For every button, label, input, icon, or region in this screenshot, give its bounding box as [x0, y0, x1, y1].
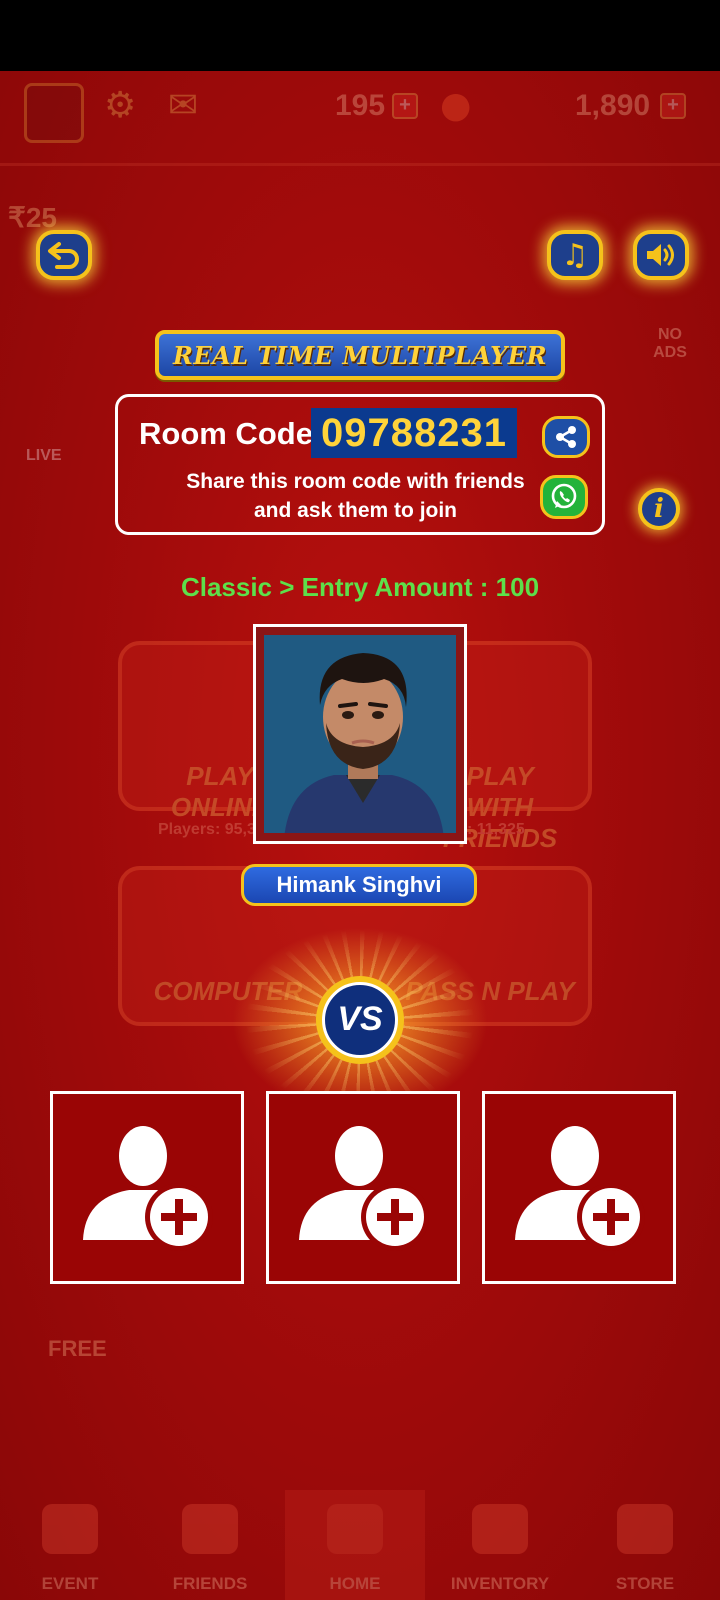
banner-title: REAL TIME MULTIPLAYER	[172, 340, 548, 370]
bg-tab-store: STORE	[575, 1490, 715, 1600]
bg-tab-label: HOME	[329, 1574, 381, 1593]
info-icon: i	[654, 494, 664, 524]
info-button[interactable]: i	[638, 488, 680, 530]
whatsapp-share-button[interactable]	[540, 475, 588, 519]
player-name: Himank Singhvi	[241, 864, 477, 906]
whatsapp-icon	[551, 483, 577, 509]
invite-slot-2[interactable]	[266, 1091, 460, 1284]
add-user-icon	[299, 1126, 429, 1251]
hint-line-2: and ask them to join	[253, 499, 458, 522]
room-code-hint: Share this room code with friends and as…	[183, 467, 528, 525]
bg-tab-home: HOME	[285, 1490, 425, 1600]
player-avatar	[264, 635, 456, 833]
bg-tab-event: EVENT	[0, 1490, 140, 1600]
bg-settings-icon: ⚙	[104, 85, 137, 126]
share-icon	[556, 426, 576, 448]
bg-live-label: LIVE	[26, 447, 62, 464]
back-button[interactable]	[36, 230, 92, 280]
share-button[interactable]	[542, 416, 590, 458]
bg-tab-label: INVENTORY	[450, 1574, 550, 1593]
add-user-icon	[83, 1126, 213, 1251]
room-code-value: 09788231	[311, 408, 517, 458]
vs-label: VS	[322, 982, 398, 1058]
status-bar	[0, 0, 720, 71]
bg-profile-avatar	[24, 83, 84, 143]
vs-badge: VS	[316, 976, 404, 1064]
bg-no-ads: NO ADS	[653, 326, 687, 361]
bg-tab-label: STORE	[615, 1574, 675, 1593]
add-user-icon	[515, 1126, 645, 1251]
music-button[interactable]: ♫	[547, 230, 603, 280]
mode-banner: REAL TIME MULTIPLAYER	[155, 330, 565, 380]
bg-coins-plus-icon: +	[392, 93, 418, 119]
bg-gem-icon: ●	[440, 85, 472, 126]
bg-tab-inventory: INVENTORY	[430, 1490, 570, 1600]
bg-mail-icon: ✉	[168, 85, 199, 126]
music-note-icon: ♫	[561, 237, 589, 273]
bg-tab-label: FRIENDS	[172, 1574, 248, 1593]
bg-coins-value: 195	[335, 89, 386, 122]
hint-line-1: Share this room code with friends	[186, 470, 525, 493]
mode-entry-text: Classic > Entry Amount : 100	[180, 572, 540, 602]
player-portrait	[264, 635, 456, 833]
player-avatar-frame	[253, 624, 467, 844]
bg-gems-value: 1,890	[575, 89, 651, 122]
sound-button[interactable]	[633, 230, 689, 280]
room-code-panel: Room Code : 09788231 Share this room cod…	[115, 394, 605, 535]
back-arrow-icon	[48, 242, 79, 269]
bg-rupee-badge: ₹25	[8, 202, 57, 233]
bg-free-label: FREE	[48, 1336, 107, 1361]
invite-slot-3[interactable]	[482, 1091, 676, 1284]
room-code-label: Room Code :	[139, 416, 332, 451]
bg-tab-label: EVENT	[41, 1574, 99, 1593]
bg-tab-friends: FRIENDS	[140, 1490, 280, 1600]
speaker-icon	[647, 244, 674, 266]
bg-gems-plus-icon: +	[660, 93, 686, 119]
room-screen: ⚙ ✉ 195 + ● 1,890 + ₹25 NO ADS LIVE PLAY…	[0, 71, 720, 1600]
invite-slot-1[interactable]	[50, 1091, 244, 1284]
